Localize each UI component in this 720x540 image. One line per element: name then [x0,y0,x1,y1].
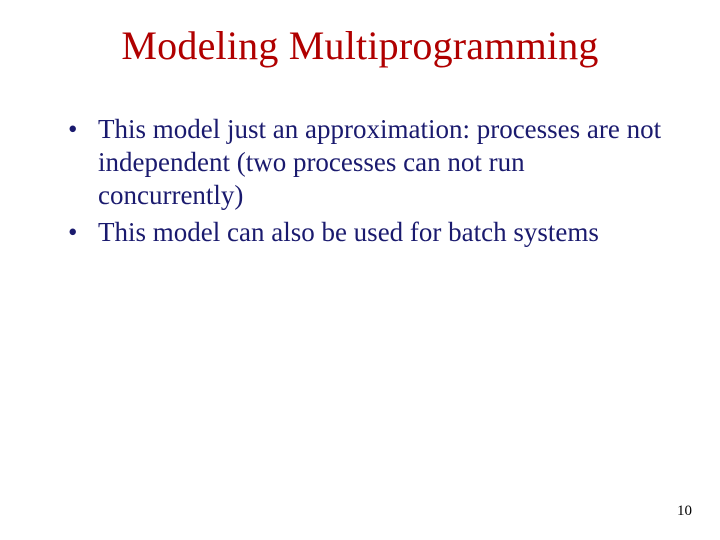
slide: Modeling Multiprogramming This model jus… [0,0,720,540]
slide-title: Modeling Multiprogramming [50,22,670,69]
list-item: This model can also be used for batch sy… [68,216,670,249]
bullet-list: This model just an approximation: proces… [50,113,670,249]
page-number: 10 [677,503,692,520]
list-item: This model just an approximation: proces… [68,113,670,212]
